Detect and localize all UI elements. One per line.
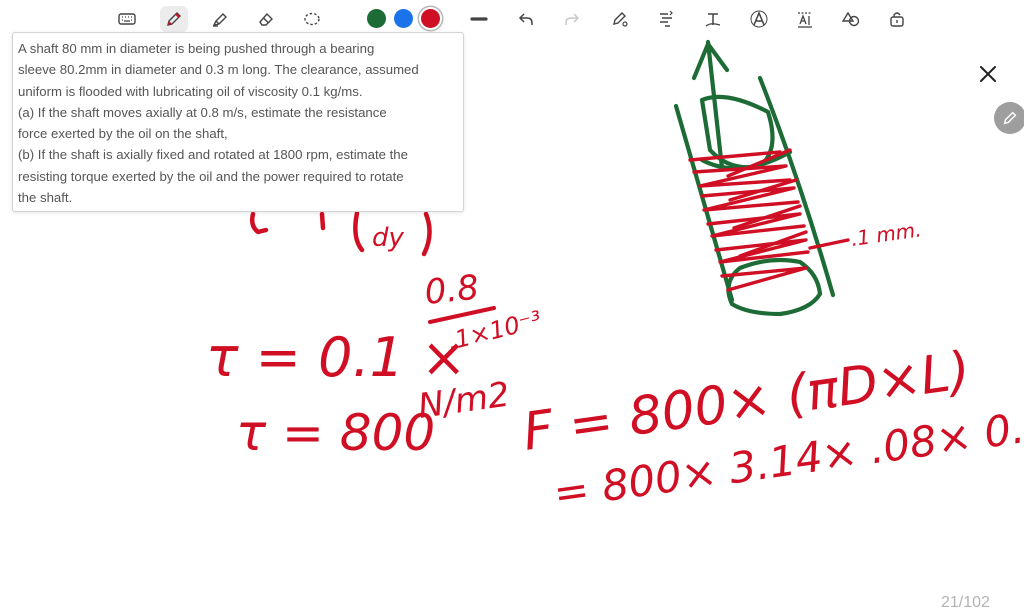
question-line: A shaft 80 mm in diameter is being pushe… — [18, 41, 375, 56]
question-text-box: A shaft 80 mm in diameter is being pushe… — [12, 32, 464, 212]
question-line: (b) If the shaft is axially fixed and ro… — [18, 147, 408, 163]
question-line: (a) If the shaft moves axially at 0.8 m/… — [18, 104, 387, 120]
question-line: force exerted by the oil on the shaft, — [18, 126, 228, 142]
shear-calc-denominator: .1×10⁻³ — [445, 305, 545, 355]
question-line: the shaft. — [18, 190, 73, 206]
question-line: uniform is flooded with lubricating oil … — [18, 83, 363, 99]
question-line: resisting torque exerted by the oil and … — [18, 168, 404, 184]
question-line: sleeve 80.2mm in diameter and 0.3 m long… — [18, 62, 419, 78]
shear-calc-numerator: 0.8 — [423, 268, 481, 313]
shear-result: τ = 800 — [236, 404, 435, 462]
partial-dy-text: dy — [372, 223, 405, 253]
clearance-label: .1 mm. — [849, 217, 922, 251]
shear-calc-lhs: τ = 0.1 × — [206, 326, 466, 389]
